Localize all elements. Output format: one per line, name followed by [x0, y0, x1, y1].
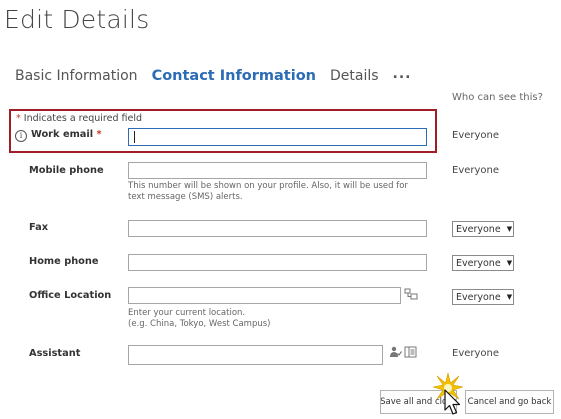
required-field-note: * Indicates a required field — [16, 113, 142, 124]
dropdown-arrow-icon: ▼ — [506, 225, 513, 233]
work-email-required-star: * — [93, 129, 102, 140]
assistant-visibility: Everyone — [452, 348, 500, 359]
dropdown-arrow-icon: ▼ — [506, 259, 513, 267]
tab-details[interactable]: Details — [330, 68, 379, 84]
office-location-visibility-select[interactable]: Everyone ▼ — [452, 289, 514, 305]
assistant-input[interactable] — [128, 345, 383, 365]
address-book-icon[interactable] — [404, 346, 417, 358]
office-location-label: Office Location — [29, 290, 112, 301]
tab-bar: Basic Information Contact Information De… — [15, 66, 426, 86]
people-picker-icon[interactable] — [389, 346, 402, 358]
mobile-phone-label: Mobile phone — [29, 165, 104, 176]
mobile-phone-help: This number will be shown on your profil… — [128, 181, 408, 202]
work-email-input[interactable] — [128, 128, 427, 146]
location-picker-icon[interactable] — [404, 288, 418, 300]
visibility-column-header: Who can see this? — [452, 92, 543, 103]
home-phone-visibility-select[interactable]: Everyone ▼ — [452, 255, 514, 271]
work-email-label-text: Work email — [31, 129, 94, 140]
work-email-label: i Work email * — [15, 129, 102, 142]
fax-visibility-select[interactable]: Everyone ▼ — [452, 221, 514, 237]
mobile-phone-visibility: Everyone — [452, 165, 500, 176]
mouse-cursor-icon — [444, 389, 462, 417]
info-icon[interactable]: i — [15, 130, 27, 142]
page-title: Edit Details — [4, 5, 150, 34]
cancel-and-go-back-button[interactable]: Cancel and go back — [465, 390, 554, 414]
text-caret — [134, 131, 135, 143]
fax-visibility-value: Everyone — [456, 223, 501, 235]
work-email-visibility: Everyone — [452, 130, 500, 141]
mobile-phone-input[interactable] — [128, 162, 427, 179]
fax-label: Fax — [29, 222, 49, 233]
tab-basic-information[interactable]: Basic Information — [15, 68, 138, 84]
office-location-input[interactable] — [128, 287, 401, 304]
office-location-help-2: (e.g. China, Tokyo, West Campus) — [128, 319, 271, 329]
tab-more-ellipsis[interactable]: ... — [393, 66, 412, 82]
home-phone-visibility-value: Everyone — [456, 257, 501, 269]
office-location-visibility-value: Everyone — [456, 291, 501, 303]
tab-contact-information[interactable]: Contact Information — [152, 68, 316, 84]
fax-input[interactable] — [128, 220, 427, 237]
home-phone-input[interactable] — [128, 254, 427, 271]
home-phone-label: Home phone — [29, 256, 99, 267]
assistant-label: Assistant — [29, 348, 81, 359]
dropdown-arrow-icon: ▼ — [506, 293, 513, 301]
office-location-help-1: Enter your current location. — [128, 308, 246, 318]
required-note-text: Indicates a required field — [20, 113, 143, 124]
